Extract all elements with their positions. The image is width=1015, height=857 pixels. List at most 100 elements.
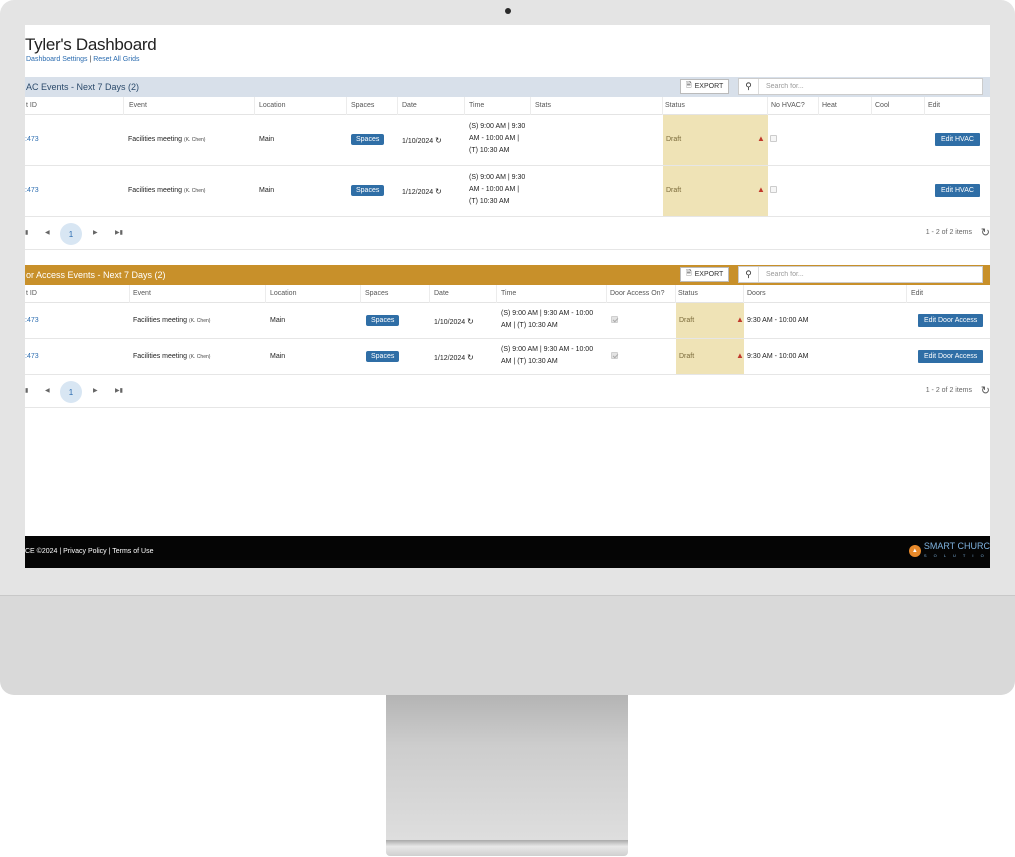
col-header-status[interactable]: Status: [678, 290, 698, 297]
table-row: :473 Facilities meeting (K. Chen) Main S…: [25, 115, 990, 166]
door-times: 9:30 AM - 10:00 AM: [747, 353, 809, 360]
col-header-stats[interactable]: Stats: [535, 102, 551, 109]
col-header-status[interactable]: Status: [665, 102, 685, 109]
spaces-button[interactable]: Spaces: [351, 134, 385, 145]
event-name: Facilities meeting (K. Chen): [128, 136, 205, 143]
recurring-icon: ↻: [467, 317, 474, 326]
hvac-grid-header: AC Events - Next 7 Days (2) 🗎 EXPORT ⚲: [25, 77, 990, 97]
reset-all-grids-link[interactable]: Reset All Grids: [93, 56, 139, 63]
col-header-id[interactable]: t ID: [26, 102, 37, 109]
event-time-line: AM - 10:00 AM |: [469, 135, 520, 142]
hvac-search-input[interactable]: [759, 79, 981, 94]
search-icon[interactable]: ⚲: [739, 79, 759, 94]
door-column-headers: t ID Event Location Spaces Date Time Doo…: [25, 285, 990, 303]
page-number-button[interactable]: 1: [60, 381, 82, 403]
spaces-button[interactable]: Spaces: [366, 315, 400, 326]
warning-icon: ▲: [757, 185, 765, 194]
prev-page-icon[interactable]: ◀: [45, 387, 50, 394]
col-header-time[interactable]: Time: [469, 102, 484, 109]
col-header-location[interactable]: Location: [259, 102, 285, 109]
col-header-location[interactable]: Location: [270, 290, 296, 297]
recurring-icon: ↻: [435, 187, 442, 196]
event-name: Facilities meeting (K. Chen): [128, 187, 205, 194]
door-pager: ▮ ◀ 1 ▶ ▶▮ 1 - 2 of 2 items ↻: [25, 375, 990, 408]
recurring-icon: ↻: [435, 136, 442, 145]
page-number-button[interactable]: 1: [60, 223, 82, 245]
event-id-link[interactable]: :473: [25, 136, 39, 143]
last-page-icon[interactable]: ▶▮: [115, 387, 123, 394]
page-title: Tyler's Dashboard: [25, 35, 157, 54]
col-header-event[interactable]: Event: [129, 102, 147, 109]
door-access-events-grid: or Access Events - Next 7 Days (2) 🗎 EXP…: [25, 265, 990, 408]
camera-dot: [505, 8, 511, 14]
event-name-text: Facilities meeting: [133, 353, 188, 360]
door-search-input[interactable]: [759, 267, 981, 282]
spaces-button[interactable]: Spaces: [351, 185, 385, 196]
hvac-column-headers: t ID Event Location Spaces Date Time Sta…: [25, 97, 990, 115]
event-date: 1/10/2024 ↻: [402, 136, 442, 145]
col-header-cool[interactable]: Cool: [875, 102, 889, 109]
event-time-line: AM | (T) 10:30 AM: [501, 322, 558, 329]
edit-hvac-button[interactable]: Edit HVAC: [935, 133, 980, 146]
event-date-text: 1/12/2024: [434, 355, 466, 362]
item-count: 1 - 2 of 2 items: [925, 229, 972, 236]
next-page-icon[interactable]: ▶: [93, 229, 98, 236]
site-footer: CE ©2024 | Privacy Policy | Terms of Use…: [25, 536, 990, 568]
event-date-text: 1/12/2024: [402, 189, 434, 196]
first-page-icon[interactable]: ▮: [25, 387, 28, 394]
col-header-spaces[interactable]: Spaces: [365, 290, 388, 297]
edit-door-access-button[interactable]: Edit Door Access: [918, 350, 984, 363]
event-time-line: (S) 9:00 AM | 9:30 AM - 10:00: [501, 346, 594, 353]
col-header-door-access-on[interactable]: Door Access On?: [610, 290, 664, 297]
prev-page-icon[interactable]: ◀: [45, 229, 50, 236]
event-time: (S) 9:00 AM | 9:30 AM - 10:00 AM | (T) 1…: [469, 121, 525, 157]
no-hvac-checkbox[interactable]: [770, 135, 777, 142]
next-page-icon[interactable]: ▶: [93, 387, 98, 394]
table-row: :473 Facilities meeting (K. Chen) Main S…: [25, 303, 990, 339]
event-time: (S) 9:00 AM | 9:30 AM - 10:00 AM | (T) 1…: [469, 172, 525, 208]
col-header-edit[interactable]: Edit: [928, 102, 940, 109]
col-header-no-hvac[interactable]: No HVAC?: [771, 102, 805, 109]
no-hvac-checkbox[interactable]: [770, 186, 777, 193]
brand-logo: ▲ SMART CHURC S O L U T I O: [908, 541, 990, 560]
link-separator: |: [89, 56, 92, 63]
event-id-link[interactable]: :473: [25, 187, 39, 194]
spaces-button[interactable]: Spaces: [366, 351, 400, 362]
event-time-line: (T) 10:30 AM: [469, 147, 510, 154]
event-location: Main: [270, 317, 286, 324]
door-access-on-checkbox[interactable]: [611, 316, 618, 323]
status-text: Draft: [666, 187, 682, 194]
col-header-id[interactable]: t ID: [26, 290, 37, 297]
edit-door-access-button[interactable]: Edit Door Access: [918, 314, 984, 327]
event-id-link[interactable]: :473: [25, 317, 39, 324]
col-header-edit[interactable]: Edit: [911, 290, 923, 297]
col-header-heat[interactable]: Heat: [822, 102, 837, 109]
event-time-line: AM - 10:00 AM |: [469, 186, 520, 193]
event-name: Facilities meeting (K. Chen): [133, 317, 210, 324]
door-export-button[interactable]: 🗎 EXPORT: [680, 267, 730, 282]
last-page-icon[interactable]: ▶▮: [115, 229, 123, 236]
col-header-spaces[interactable]: Spaces: [351, 102, 374, 109]
refresh-icon[interactable]: ↻: [981, 384, 990, 397]
dashboard-settings-link[interactable]: Dashboard Settings: [26, 56, 87, 63]
refresh-icon[interactable]: ↻: [981, 226, 990, 239]
col-header-date[interactable]: Date: [434, 290, 449, 297]
first-page-icon[interactable]: ▮: [25, 229, 28, 236]
col-header-doors[interactable]: Doors: [747, 290, 766, 297]
brand-subtitle: S O L U T I O: [923, 553, 987, 558]
hvac-pager: ▮ ◀ 1 ▶ ▶▮ 1 - 2 of 2 items ↻: [25, 217, 990, 250]
search-icon[interactable]: ⚲: [739, 267, 759, 282]
col-header-event[interactable]: Event: [133, 290, 151, 297]
brand-name: SMART CHURC: [923, 541, 990, 551]
col-header-date[interactable]: Date: [402, 102, 417, 109]
event-date: 1/12/2024 ↻: [434, 353, 474, 362]
door-access-on-checkbox[interactable]: [611, 352, 618, 359]
event-location: Main: [259, 136, 275, 143]
hvac-export-button[interactable]: 🗎 EXPORT: [680, 79, 730, 94]
event-id-link[interactable]: :473: [25, 353, 39, 360]
event-time-line: (S) 9:00 AM | 9:30 AM - 10:00: [501, 310, 594, 317]
footer-links[interactable]: CE ©2024 | Privacy Policy | Terms of Use: [25, 548, 154, 555]
door-times: 9:30 AM - 10:00 AM: [747, 317, 809, 324]
edit-hvac-button[interactable]: Edit HVAC: [935, 184, 980, 197]
col-header-time[interactable]: Time: [501, 290, 516, 297]
